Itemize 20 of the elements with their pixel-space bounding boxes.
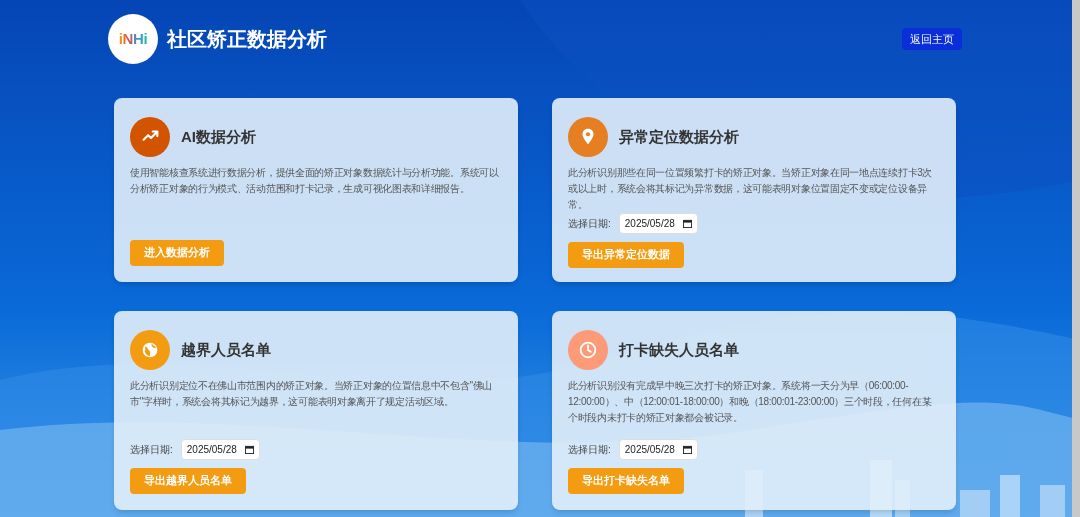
date-label: 选择日期:: [568, 217, 611, 231]
date-label: 选择日期:: [130, 443, 173, 457]
card-description: 此分析识别没有完成早中晚三次打卡的矫正对象。系统将一天分为早（06:00:00-12:00:00）、中（12:00:01-18:00:00）和晚（18:00:01-23:00:00）三个时段，任何在某个时段内未打卡的矫正对象都会被记录。: [568, 379, 933, 425]
card-title: 越界人员名单: [181, 339, 271, 360]
date-field[interactable]: 2025/05/28: [618, 439, 698, 460]
date-field[interactable]: 2025/05/28: [618, 213, 698, 234]
date-label: 选择日期:: [568, 443, 611, 457]
calendar-icon[interactable]: [682, 219, 692, 228]
card-description: 此分析识别定位不在佛山市范围内的矫正对象。当矫正对象的位置信息中不包含"佛山市"字样时，系统会将其标记为越界，这可能表明对象离开了规定活动区域。: [130, 379, 494, 409]
calendar-icon[interactable]: [244, 445, 254, 454]
card-description: 使用智能核查系统进行数据分析，提供全面的矫正对象数据统计与分析功能。系统可以分析矫正对象的行为模式、活动范围和打卡记录，生成可视化图表和详细报告。: [130, 166, 500, 196]
card-description: 此分析识别那些在同一位置频繁打卡的矫正对象。当矫正对象在同一地点连续打卡3次或以上时，系统会将其标记为异常数据，这可能表明对象位置固定不变或定位设备异常。: [568, 166, 934, 212]
card-title: AI数据分析: [181, 126, 256, 147]
card-title: 异常定位数据分析: [619, 126, 739, 147]
page-title: 社区矫正数据分析: [167, 27, 327, 52]
calendar-icon[interactable]: [682, 445, 692, 454]
card-title: 打卡缺失人员名单: [619, 339, 739, 360]
home-button[interactable]: 返回主页: [902, 27, 962, 51]
scrollbar[interactable]: [1072, 0, 1080, 517]
date-field[interactable]: 2025/05/28: [180, 439, 260, 460]
